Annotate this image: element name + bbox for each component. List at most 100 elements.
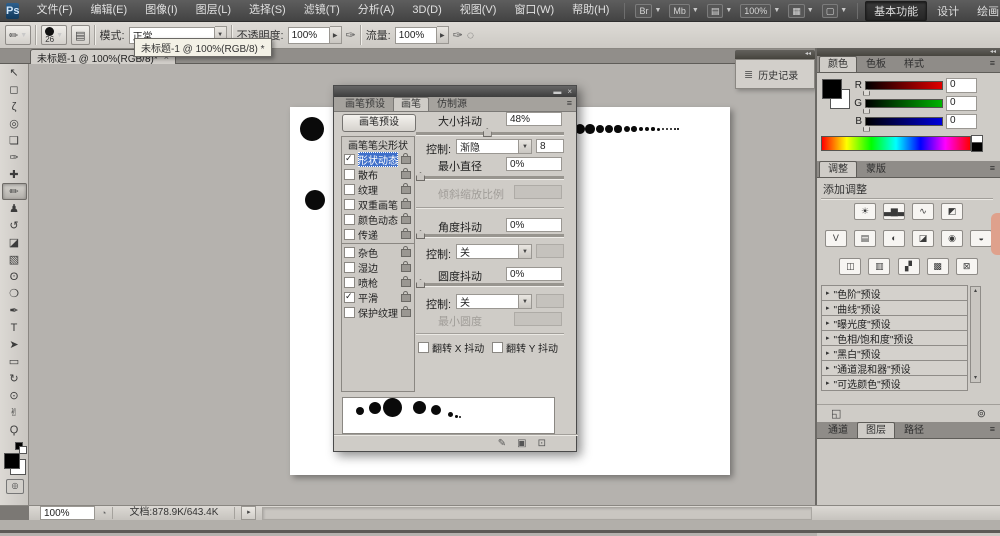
panel-menu-icon[interactable]: ≡ (990, 58, 995, 68)
expanded-view-icon[interactable]: ◱ (831, 407, 841, 420)
brush-presets-button[interactable]: 画笔预设 (342, 114, 416, 132)
brightness-contrast-icon[interactable]: ☀ (854, 203, 876, 220)
roundness-jitter-input[interactable]: 0% (506, 267, 562, 281)
delete-brush-button[interactable]: ⊡ (538, 438, 546, 449)
gradient-map-icon[interactable]: ▩ (927, 258, 949, 275)
dodge-tool[interactable]: ❍ (2, 285, 27, 302)
scroll-down-icon[interactable]: ▾ (974, 374, 977, 382)
brush-preset-picker[interactable]: 26 ▼ (41, 25, 67, 45)
black-white-icon[interactable]: ◪ (912, 230, 934, 247)
zoom-level-button[interactable]: 100%▼ (740, 4, 780, 18)
bridge-button[interactable]: Br▼ (635, 4, 661, 18)
channel-mixer-icon[interactable]: ◒ (970, 230, 992, 247)
invert-icon[interactable]: ◫ (839, 258, 861, 275)
dialog-tab[interactable]: 画笔 (393, 97, 429, 111)
foreground-color-swatch[interactable] (4, 453, 20, 469)
menu-item[interactable]: 窗口(W) (505, 0, 563, 21)
photo-filter-icon[interactable]: ◉ (941, 230, 963, 247)
brush-option-row[interactable]: 保护纹理 (342, 305, 414, 320)
marquee-tool[interactable]: ◻ (2, 81, 27, 98)
history-panel-button[interactable]: ≣ 历史记录 (735, 59, 815, 89)
history-brush-tool[interactable]: ↺ (2, 217, 27, 234)
menu-item[interactable]: 图层(L) (187, 0, 240, 21)
eyedropper-tool[interactable]: ✑ (2, 149, 27, 166)
min-diameter-input[interactable]: 0% (506, 157, 562, 171)
brush-option-row[interactable]: 形状动态 (342, 152, 414, 167)
status-menu-arrow[interactable]: ▸ (241, 506, 256, 520)
panel-tab[interactable]: 样式 (895, 56, 933, 72)
shape-tool[interactable]: ▭ (2, 353, 27, 370)
airbrush-toggle-icon[interactable]: ◌ (467, 28, 474, 42)
view-extras-button[interactable]: ▤▼ (707, 4, 732, 18)
menu-item[interactable]: 3D(D) (403, 0, 450, 21)
eraser-tool[interactable]: ◪ (2, 234, 27, 251)
curves-icon[interactable]: ∿ (912, 203, 934, 220)
fade-steps-input[interactable]: 8 (536, 139, 564, 153)
zoom-tool[interactable]: Ϙ (2, 421, 27, 438)
color-balance-icon[interactable]: ◐ (883, 230, 905, 247)
preset-row[interactable]: "曲线"预设 (821, 300, 968, 316)
preset-row[interactable]: "可选颜色"预设 (821, 375, 968, 391)
scroll-up-icon[interactable]: ▴ (974, 287, 977, 295)
quick-selection-tool[interactable]: ◎ (2, 115, 27, 132)
brush-option-row[interactable]: 喷枪 (342, 275, 414, 290)
slider-thumb[interactable] (863, 89, 870, 96)
flip-y-checkbox[interactable] (492, 342, 503, 353)
workspace-button[interactable]: 绘画 (969, 2, 1000, 20)
option-checkbox[interactable] (344, 277, 355, 288)
mini-bridge-button[interactable]: Mb▼ (669, 4, 698, 18)
size-control-select[interactable]: 渐隐 ▼ (456, 139, 532, 154)
arrange-documents-button[interactable]: ▦▼ (788, 4, 813, 18)
toggle-brush-panel-button[interactable]: ▤ (71, 25, 89, 45)
brush-option-row[interactable]: 杂色 (342, 245, 414, 260)
slider-thumb[interactable] (483, 128, 492, 137)
lock-icon[interactable] (401, 186, 411, 194)
preset-row[interactable]: "色相/饱和度"预设 (821, 330, 968, 346)
collapse-to-icons-bar[interactable]: ◂◂ (735, 50, 815, 59)
brush-option-row[interactable]: 平滑 (342, 290, 414, 305)
panel-menu-icon[interactable]: ≡ (990, 424, 995, 434)
size-jitter-input[interactable]: 48% (506, 112, 562, 126)
zoom-level-input[interactable]: 100% (40, 506, 95, 520)
lock-icon[interactable] (401, 294, 411, 302)
brush-option-row[interactable]: 传递 (342, 227, 414, 242)
brush-option-row[interactable]: 散布 (342, 167, 414, 182)
channel-value-input[interactable]: 0 (946, 78, 977, 93)
menu-item[interactable]: 分析(A) (349, 0, 404, 21)
channel-slider[interactable] (865, 81, 943, 90)
visibility-icon[interactable]: ⊚ (977, 407, 986, 420)
presets-scrollbar[interactable]: ▴ ▾ (970, 286, 981, 383)
brush-option-row[interactable]: 纹理 (342, 182, 414, 197)
color-spectrum-ramp[interactable] (821, 136, 971, 151)
status-scroll-track[interactable] (262, 507, 812, 520)
chevron-down-icon[interactable]: ▶ (437, 26, 449, 44)
option-checkbox[interactable] (344, 307, 355, 318)
clone-stamp-tool[interactable]: ♟ (2, 200, 27, 217)
slider-thumb[interactable] (863, 125, 870, 132)
channel-slider[interactable] (865, 99, 943, 108)
slider-thumb[interactable] (863, 107, 870, 114)
screen-mode-button[interactable]: ▢▼ (822, 4, 847, 18)
dialog-titlebar[interactable]: ▬ × (334, 86, 576, 97)
menu-item[interactable]: 图像(I) (136, 0, 186, 21)
option-checkbox[interactable] (344, 154, 355, 165)
panel-tab[interactable]: 色板 (857, 56, 895, 72)
menu-item[interactable]: 选择(S) (240, 0, 295, 21)
min-diameter-slider[interactable] (416, 176, 564, 179)
angle-control-select[interactable]: 关 ▼ (456, 244, 532, 259)
levels-icon[interactable]: ▃▆▃ (883, 203, 905, 220)
lock-icon[interactable] (401, 171, 411, 179)
menu-item[interactable]: 帮助(H) (563, 0, 618, 21)
flip-y-checkbox-row[interactable]: 翻转 Y 抖动 (492, 340, 558, 355)
option-checkbox[interactable] (344, 292, 355, 303)
option-checkbox[interactable] (344, 199, 355, 210)
option-checkbox[interactable] (344, 229, 355, 240)
brush-option-row[interactable]: 湿边 (342, 260, 414, 275)
hue-saturation-icon[interactable]: ▤ (854, 230, 876, 247)
option-checkbox[interactable] (344, 247, 355, 258)
opacity-input[interactable]: 100% (288, 27, 330, 44)
tool-preset-picker[interactable]: ✏ ▼ (5, 25, 31, 45)
option-checkbox[interactable] (344, 169, 355, 180)
menu-item[interactable]: 编辑(E) (82, 0, 137, 21)
black-ramp-swatch[interactable] (971, 142, 983, 152)
